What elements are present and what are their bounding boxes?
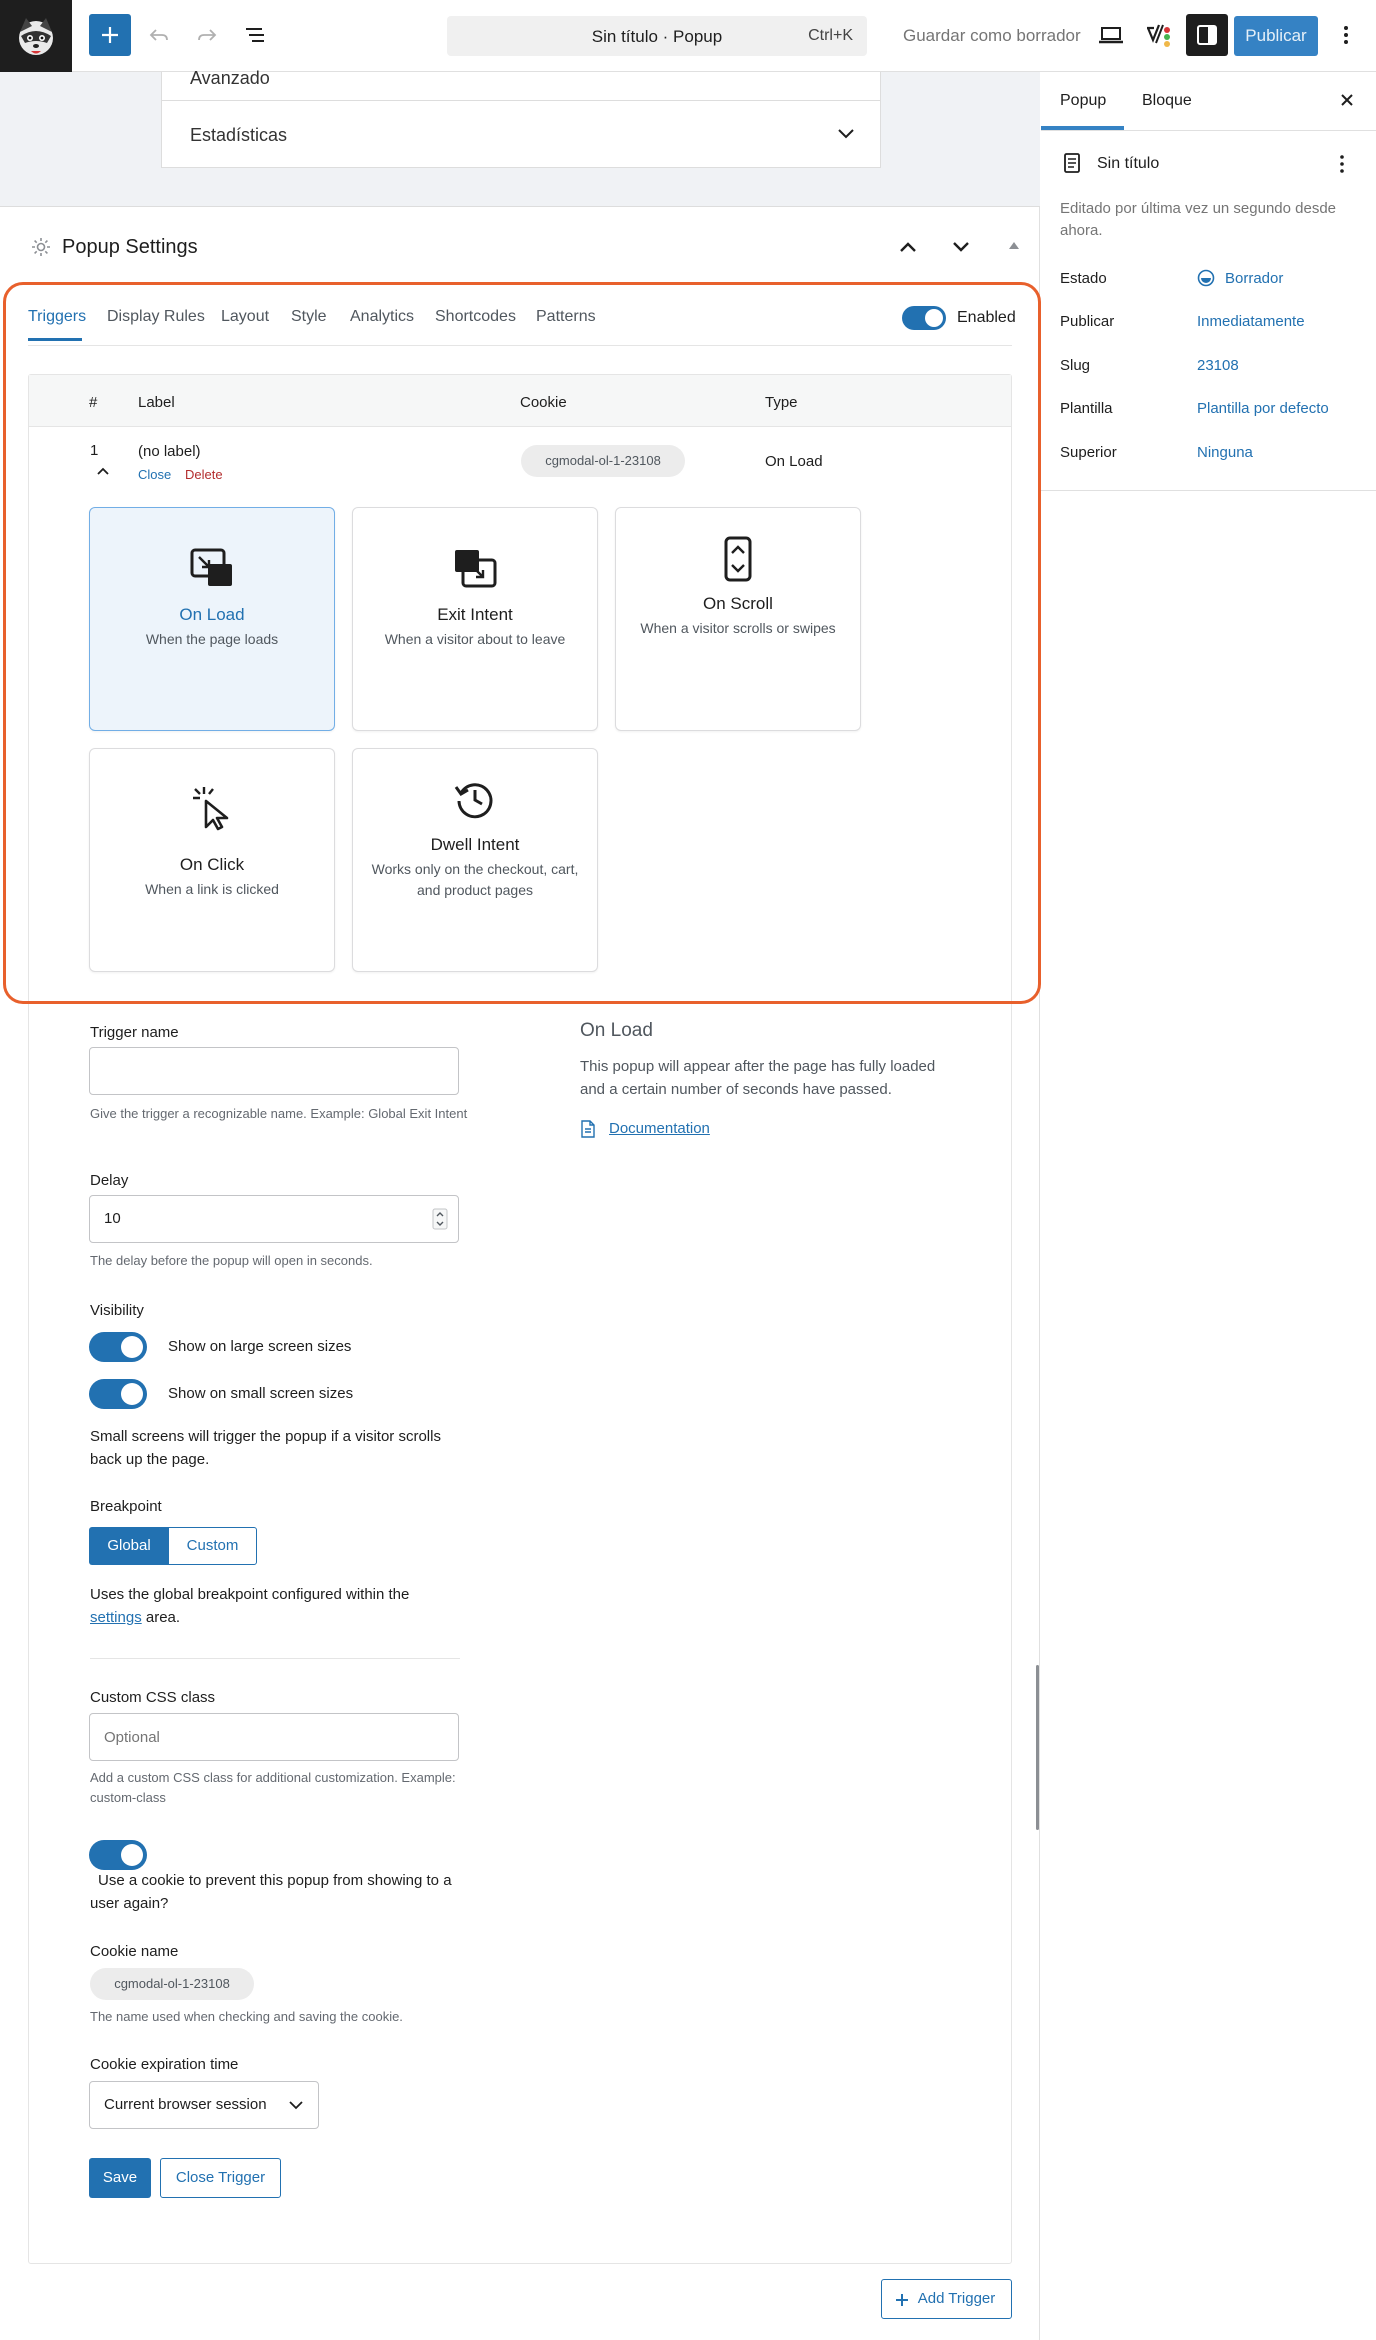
- delay-help: The delay before the popup will open in …: [90, 1253, 373, 1268]
- delay-value: 10: [104, 1210, 121, 1227]
- info-title: On Load: [580, 1020, 653, 1041]
- vertical-ellipsis-icon[interactable]: [1339, 154, 1345, 174]
- cookie-toggle-label: Use a cookie to prevent this popup from …: [90, 1872, 452, 1912]
- add-trigger-label: Add Trigger: [917, 2290, 996, 2307]
- css-class-input[interactable]: [89, 1713, 459, 1761]
- publish-button[interactable]: Publicar: [1234, 16, 1318, 56]
- raccoon-logo-icon: [19, 18, 53, 55]
- command-palette-button[interactable]: Sin título · Popup Ctrl+K: [447, 16, 867, 56]
- vertical-ellipsis-icon: [1344, 26, 1348, 44]
- sidebar-slug-label: Slug: [1060, 357, 1091, 374]
- redo-button[interactable]: [186, 14, 228, 56]
- laptop-icon: [1099, 27, 1123, 44]
- info-description: This popup will appear after the page ha…: [580, 1058, 936, 1098]
- sidebar-tab-popup[interactable]: Popup: [1060, 92, 1106, 110]
- redo-icon: [198, 29, 217, 41]
- css-class-label: Custom CSS class: [90, 1689, 216, 1706]
- block-inserter-button[interactable]: [89, 14, 131, 56]
- highlight-frame: [3, 282, 1041, 1004]
- sidebar-template-label: Plantilla: [1060, 400, 1113, 417]
- form-divider: [90, 1658, 460, 1659]
- cookie-expiration-value: Current browser session: [104, 2096, 267, 2113]
- chevron-down-icon: [289, 2101, 303, 2110]
- cookie-name-help: The name used when checking and saving t…: [90, 2009, 403, 2024]
- delay-label: Delay: [90, 1172, 129, 1189]
- breakpoint-custom-button[interactable]: Custom: [168, 1527, 257, 1565]
- sidebar-publish-label: Publicar: [1060, 313, 1115, 330]
- breakpoint-note: Uses the global breakpoint configured wi…: [90, 1583, 470, 1629]
- undo-button[interactable]: [138, 14, 180, 56]
- cookie-expiration-select[interactable]: Current browser session: [89, 2081, 319, 2129]
- statistics-section-label[interactable]: Estadísticas: [190, 125, 287, 146]
- close-trigger-button[interactable]: Close Trigger: [160, 2158, 281, 2198]
- cookie-name-value: cgmodal-ol-1-23108: [90, 1968, 254, 2000]
- options-menu-button[interactable]: [1326, 14, 1366, 56]
- statistics-panel[interactable]: Avanzado Estadísticas: [161, 68, 881, 168]
- cookie-toggle[interactable]: [89, 1840, 147, 1870]
- collapse-triangle-icon[interactable]: [1008, 240, 1020, 250]
- trigger-name-label: Trigger name: [90, 1024, 179, 1041]
- large-screen-label: Show on large screen sizes: [168, 1338, 352, 1355]
- small-screen-toggle[interactable]: [89, 1379, 147, 1409]
- cookie-name-label: Cookie name: [90, 1943, 179, 1960]
- delay-input[interactable]: 10: [89, 1195, 459, 1243]
- preview-button[interactable]: [1090, 14, 1132, 56]
- sidebar-status-label: Estado: [1060, 270, 1107, 287]
- command-shortcut: Ctrl+K: [808, 27, 853, 44]
- sidebar-edited-note: Editado por última vez un segundo desde …: [1060, 200, 1337, 239]
- sidebar-tabs-divider: [1041, 130, 1376, 131]
- command-title: Sin título · Popup: [591, 27, 723, 46]
- site-logo[interactable]: [0, 0, 72, 72]
- sidebar-panel-divider: [1041, 490, 1376, 491]
- draft-status-icon: [1197, 269, 1215, 287]
- save-button[interactable]: Save: [89, 2158, 151, 2198]
- plus-icon: [102, 27, 118, 43]
- css-class-help: Add a custom CSS class for additional cu…: [90, 1770, 456, 1805]
- close-icon[interactable]: [1340, 93, 1354, 107]
- sidebar-publish-value[interactable]: Inmediatamente: [1197, 313, 1305, 330]
- breakpoint-label: Breakpoint: [90, 1498, 162, 1515]
- trigger-name-input[interactable]: [89, 1047, 459, 1095]
- settings-link[interactable]: settings: [90, 1609, 142, 1626]
- yoast-seo-button[interactable]: [1138, 14, 1180, 56]
- sidebar-doc-title: Sin título: [1097, 155, 1160, 172]
- move-down-icon[interactable]: [951, 240, 971, 254]
- settings-sidebar-toggle[interactable]: [1186, 14, 1228, 56]
- undo-icon: [149, 29, 168, 41]
- yoast-icon: [1146, 24, 1170, 47]
- canvas-scrollbar[interactable]: [1036, 1665, 1039, 1830]
- cookie-expiration-label: Cookie expiration time: [90, 2056, 239, 2073]
- save-draft-button[interactable]: Guardar como borrador: [903, 26, 1081, 46]
- breakpoint-note-end: area.: [145, 1609, 181, 1626]
- small-screen-note: Small screens will trigger the popup if …: [90, 1428, 441, 1468]
- page-icon: [1064, 153, 1080, 173]
- small-screen-label: Show on small screen sizes: [168, 1385, 354, 1402]
- large-screen-toggle[interactable]: [89, 1332, 147, 1362]
- documentation-link[interactable]: Documentation: [609, 1120, 710, 1137]
- sidebar-template-value[interactable]: Plantilla por defecto: [1197, 400, 1329, 417]
- visibility-label: Visibility: [90, 1302, 144, 1319]
- chevron-down-icon[interactable]: [837, 128, 855, 140]
- breakpoint-note-text: Uses the global breakpoint configured wi…: [90, 1586, 410, 1603]
- sidebar-icon: [1197, 25, 1217, 45]
- trigger-name-help: Give the trigger a recognizable name. Ex…: [90, 1106, 468, 1121]
- sidebar-parent-value[interactable]: Ninguna: [1197, 444, 1253, 461]
- document-overview-button[interactable]: [234, 14, 276, 56]
- advanced-section-label[interactable]: Avanzado: [190, 68, 270, 89]
- add-trigger-button[interactable]: Add Trigger: [881, 2279, 1012, 2319]
- move-up-icon[interactable]: [898, 240, 918, 254]
- popup-settings-title: Popup Settings: [62, 236, 198, 258]
- breakpoint-global-button[interactable]: Global: [89, 1527, 169, 1565]
- number-spinner-icon[interactable]: [432, 1208, 448, 1230]
- plus-icon: [896, 2294, 908, 2306]
- list-view-icon: [246, 28, 264, 42]
- document-icon: [581, 1120, 595, 1138]
- sidebar-tab-block[interactable]: Bloque: [1142, 92, 1192, 110]
- sidebar-parent-label: Superior: [1060, 444, 1117, 461]
- sidebar-status-value[interactable]: Borrador: [1225, 270, 1283, 287]
- gear-icon: [32, 238, 50, 256]
- sidebar-slug-value[interactable]: 23108: [1197, 357, 1239, 374]
